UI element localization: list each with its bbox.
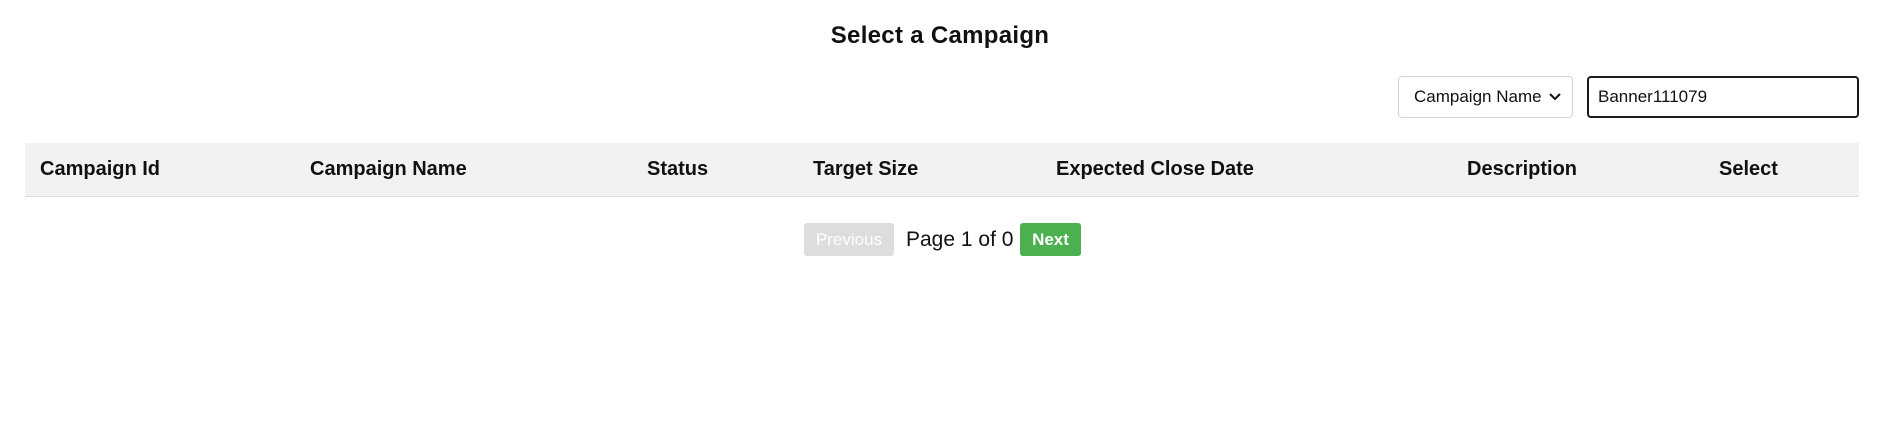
filter-field-select[interactable]: Campaign Name [1398, 76, 1573, 118]
table-header-row: Campaign Id Campaign Name Status Target … [25, 143, 1859, 197]
column-header-campaign-name: Campaign Name [310, 158, 467, 180]
column-header-description: Description [1467, 158, 1578, 180]
previous-button[interactable]: Previous [804, 223, 894, 256]
column-header-target-size: Target Size [813, 158, 919, 180]
search-input[interactable] [1587, 76, 1859, 118]
campaign-selection-page: Select a Campaign Campaign Name Campaign… [0, 0, 1880, 448]
filter-field-selected-label: Campaign Name [1414, 87, 1542, 106]
next-button[interactable]: Next [1020, 223, 1081, 256]
page-title: Select a Campaign [830, 22, 1050, 49]
pagination: Previous Page 1 of 0 Next [0, 223, 1880, 257]
column-header-select: Select [1719, 158, 1778, 180]
page-indicator: Page 1 of 0 [906, 228, 1014, 251]
column-header-expected-close-date: Expected Close Date [1056, 158, 1254, 180]
chevron-down-icon [1548, 90, 1562, 104]
column-header-status: Status [647, 158, 709, 180]
column-header-campaign-id: Campaign Id [40, 158, 161, 180]
